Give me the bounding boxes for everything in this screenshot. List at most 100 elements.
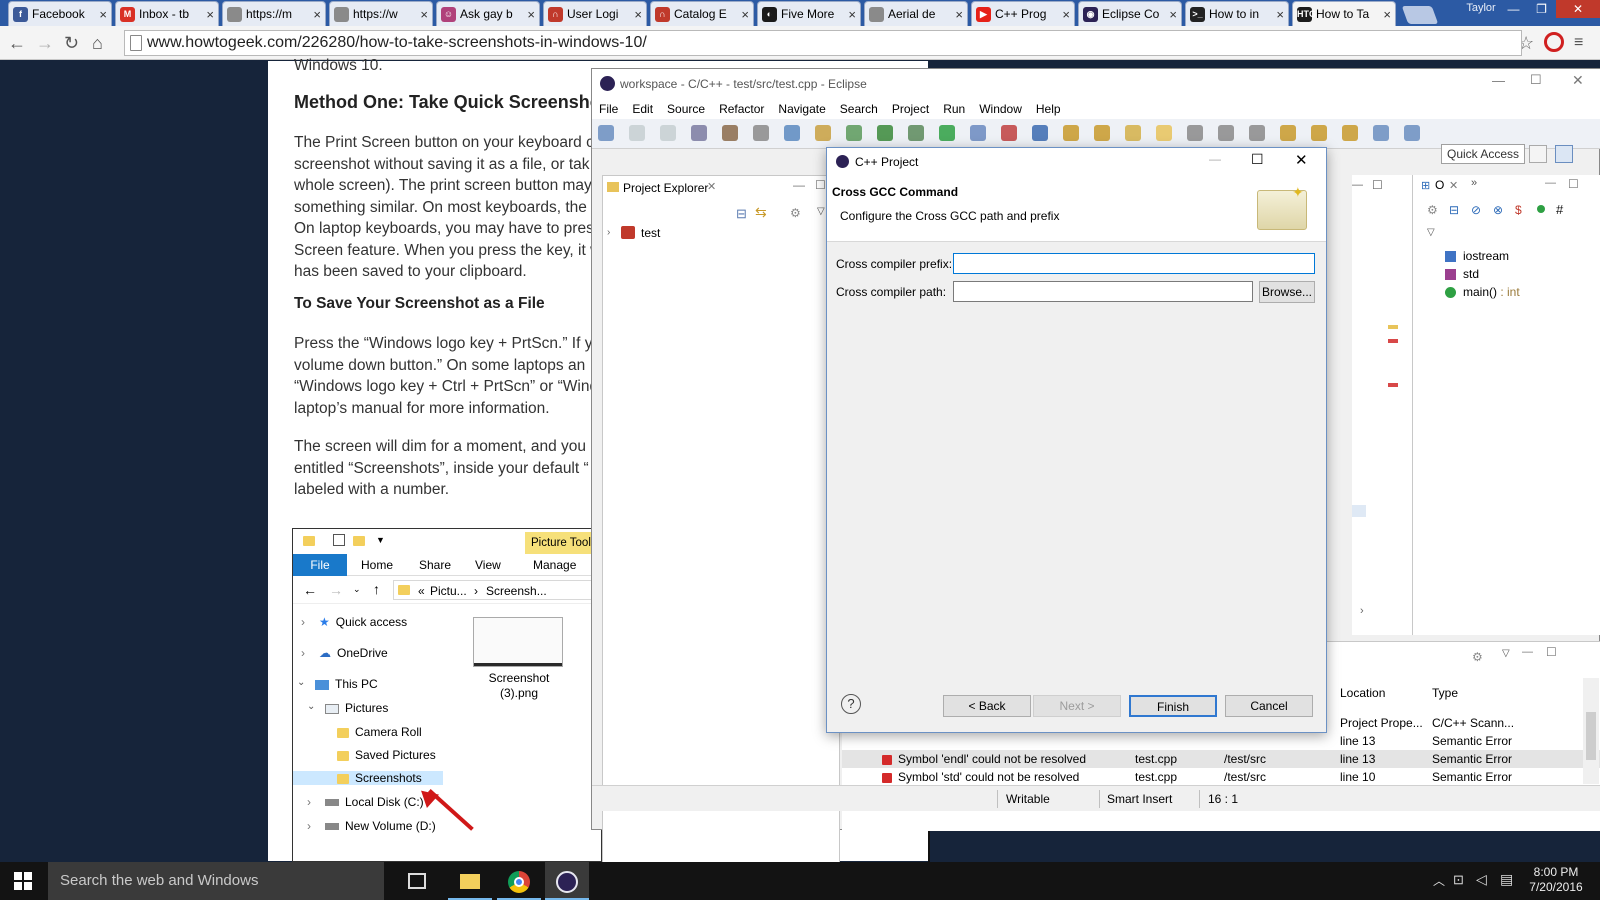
restore-icon[interactable]: ❐ bbox=[1528, 0, 1555, 18]
view-menu-icon[interactable]: ▽ bbox=[1427, 227, 1435, 238]
tab-close-icon[interactable]: × bbox=[313, 7, 321, 22]
browser-tab[interactable]: https://m × bbox=[222, 1, 326, 26]
browser-tab[interactable]: ◐ Five More × bbox=[757, 1, 861, 26]
browser-tab[interactable]: ☺ Ask gay b × bbox=[436, 1, 540, 26]
cross-compiler-prefix-input[interactable] bbox=[953, 253, 1315, 274]
outline-tab[interactable]: O bbox=[1435, 178, 1444, 192]
toolbar-button-icon[interactable] bbox=[753, 125, 769, 141]
public-members-icon[interactable] bbox=[1537, 205, 1545, 213]
toolbar-button-icon[interactable] bbox=[846, 125, 862, 141]
tab-close-icon[interactable]: × bbox=[206, 7, 214, 22]
maximize-view-icon[interactable]: ☐ bbox=[1372, 178, 1383, 192]
reload-icon[interactable]: ↻ bbox=[64, 33, 79, 53]
browser-tab[interactable]: HTG How to Ta × bbox=[1292, 1, 1396, 26]
minimize-view-icon[interactable]: — bbox=[793, 178, 805, 192]
toolbar-button-icon[interactable] bbox=[660, 125, 676, 141]
column-header-type[interactable]: Type bbox=[1432, 684, 1542, 702]
outline-item[interactable]: main() : int bbox=[1463, 285, 1520, 299]
help-icon[interactable]: ? bbox=[841, 694, 861, 714]
home-icon[interactable]: ⌂ bbox=[92, 33, 103, 53]
problem-row[interactable]: Symbol 'std' could not be resolved test.c… bbox=[842, 768, 1600, 786]
windows-start-icon[interactable] bbox=[14, 872, 32, 890]
profile-button[interactable]: Taylor bbox=[1462, 2, 1500, 18]
close-icon[interactable]: ✕ bbox=[1556, 0, 1600, 18]
hash-icon[interactable]: # bbox=[1556, 202, 1563, 217]
toolbar-button-icon[interactable] bbox=[1249, 125, 1265, 141]
cross-compiler-path-input[interactable] bbox=[953, 281, 1253, 302]
toolbar-button-icon[interactable] bbox=[939, 125, 955, 141]
toolbar-button-icon[interactable] bbox=[629, 125, 645, 141]
outline-item[interactable]: iostream bbox=[1463, 249, 1509, 263]
problem-row[interactable]: Symbol 'endl' could not be resolved test.… bbox=[842, 750, 1600, 768]
minimize-view-icon[interactable]: — bbox=[1522, 646, 1533, 658]
hide-statics-icon[interactable]: $ bbox=[1515, 203, 1522, 217]
toolbar-button-icon[interactable] bbox=[1404, 125, 1420, 141]
menu-item-project[interactable]: Project bbox=[885, 99, 936, 119]
expand-chevron-icon[interactable]: › bbox=[607, 227, 610, 238]
browser-tab[interactable]: M Inbox - tb × bbox=[115, 1, 219, 26]
browser-tab[interactable]: >_ How to in × bbox=[1185, 1, 1289, 26]
view-menu-icon[interactable]: ▽ bbox=[1502, 648, 1510, 659]
menu-item-window[interactable]: Window bbox=[972, 99, 1029, 119]
browser-tab[interactable]: f Facebook × bbox=[8, 1, 112, 26]
tab-close-icon[interactable]: × bbox=[634, 7, 642, 22]
toolbar-button-icon[interactable] bbox=[1125, 125, 1141, 141]
browser-tab[interactable]: ◉ Eclipse Co × bbox=[1078, 1, 1182, 26]
notifications-icon[interactable]: ▤ bbox=[1500, 871, 1513, 888]
view-menu-icon[interactable]: ▽ bbox=[817, 206, 825, 217]
maximize-icon[interactable]: ☐ bbox=[1251, 151, 1264, 168]
close-icon[interactable]: ✕ bbox=[1295, 151, 1308, 169]
toolbar-button-icon[interactable] bbox=[1032, 125, 1048, 141]
forward-arrow-icon[interactable]: → bbox=[36, 33, 54, 53]
toolbar-button-icon[interactable] bbox=[908, 125, 924, 141]
minimize-icon[interactable]: — bbox=[1500, 0, 1527, 18]
toolbar-button-icon[interactable] bbox=[1280, 125, 1296, 141]
scroll-right-icon[interactable]: › bbox=[1360, 605, 1364, 617]
toolbar-button-icon[interactable] bbox=[691, 125, 707, 141]
tab-close-icon[interactable]: × bbox=[420, 7, 428, 22]
next-button[interactable]: Next > bbox=[1033, 695, 1121, 717]
collapse-all-icon[interactable]: ⊟ bbox=[736, 206, 747, 222]
browser-tab[interactable]: Aerial de × bbox=[864, 1, 968, 26]
toolbar-button-icon[interactable] bbox=[722, 125, 738, 141]
taskbar-search-box[interactable]: Search the web and Windows bbox=[48, 862, 384, 900]
toolbar-button-icon[interactable] bbox=[1156, 125, 1172, 141]
tab-close-icon[interactable]: × bbox=[955, 7, 963, 22]
tab-close-icon[interactable]: × bbox=[1169, 7, 1177, 22]
column-header-location[interactable]: Location bbox=[1340, 684, 1420, 702]
toolbar-button-icon[interactable] bbox=[1187, 125, 1203, 141]
minimize-icon[interactable]: — bbox=[1209, 152, 1221, 166]
tray-chevron-up-icon[interactable]: ︿ bbox=[1433, 872, 1445, 889]
browse-button[interactable]: Browse... bbox=[1259, 281, 1315, 303]
maximize-view-icon[interactable]: ☐ bbox=[815, 178, 826, 192]
more-views-icon[interactable]: » bbox=[1471, 177, 1477, 189]
opera-extension-icon[interactable] bbox=[1544, 32, 1564, 52]
address-bar[interactable]: www.howtogeek.com/226280/how-to-take-scr… bbox=[124, 30, 1522, 56]
cancel-button[interactable]: Cancel bbox=[1225, 695, 1313, 717]
project-item-test[interactable]: test bbox=[641, 226, 660, 240]
toolbar-button-icon[interactable] bbox=[1094, 125, 1110, 141]
cpp-perspective-icon[interactable] bbox=[1555, 145, 1573, 163]
volume-icon[interactable]: ◁ bbox=[1476, 871, 1487, 888]
file-explorer-taskbar-icon[interactable] bbox=[448, 862, 492, 900]
sort-icon[interactable]: ⚙ bbox=[1427, 203, 1438, 217]
outline-item[interactable]: std bbox=[1463, 267, 1479, 281]
toolbar-button-icon[interactable] bbox=[815, 125, 831, 141]
tab-close-icon[interactable]: × bbox=[527, 7, 535, 22]
menu-item-run[interactable]: Run bbox=[936, 99, 972, 119]
menu-item-navigate[interactable]: Navigate bbox=[771, 99, 832, 119]
network-icon[interactable]: ⊡ bbox=[1453, 872, 1464, 888]
problem-row[interactable]: line 13 Semantic Error bbox=[842, 732, 1600, 750]
eclipse-taskbar-icon[interactable] bbox=[545, 862, 589, 900]
toolbar-button-icon[interactable] bbox=[1063, 125, 1079, 141]
browser-tab[interactable]: ∩ User Logi × bbox=[543, 1, 647, 26]
menu-item-help[interactable]: Help bbox=[1029, 99, 1068, 119]
toolbar-button-icon[interactable] bbox=[1311, 125, 1327, 141]
maximize-icon[interactable]: ☐ bbox=[1530, 72, 1542, 88]
hide-fields-icon[interactable]: ⊟ bbox=[1449, 203, 1459, 217]
close-icon[interactable]: ✕ bbox=[1572, 72, 1584, 89]
toolbar-button-icon[interactable] bbox=[784, 125, 800, 141]
task-view-icon[interactable] bbox=[408, 873, 426, 889]
problems-scrollbar[interactable] bbox=[1583, 678, 1599, 784]
clock[interactable]: 8:00 PM 7/20/2016 bbox=[1520, 865, 1592, 895]
